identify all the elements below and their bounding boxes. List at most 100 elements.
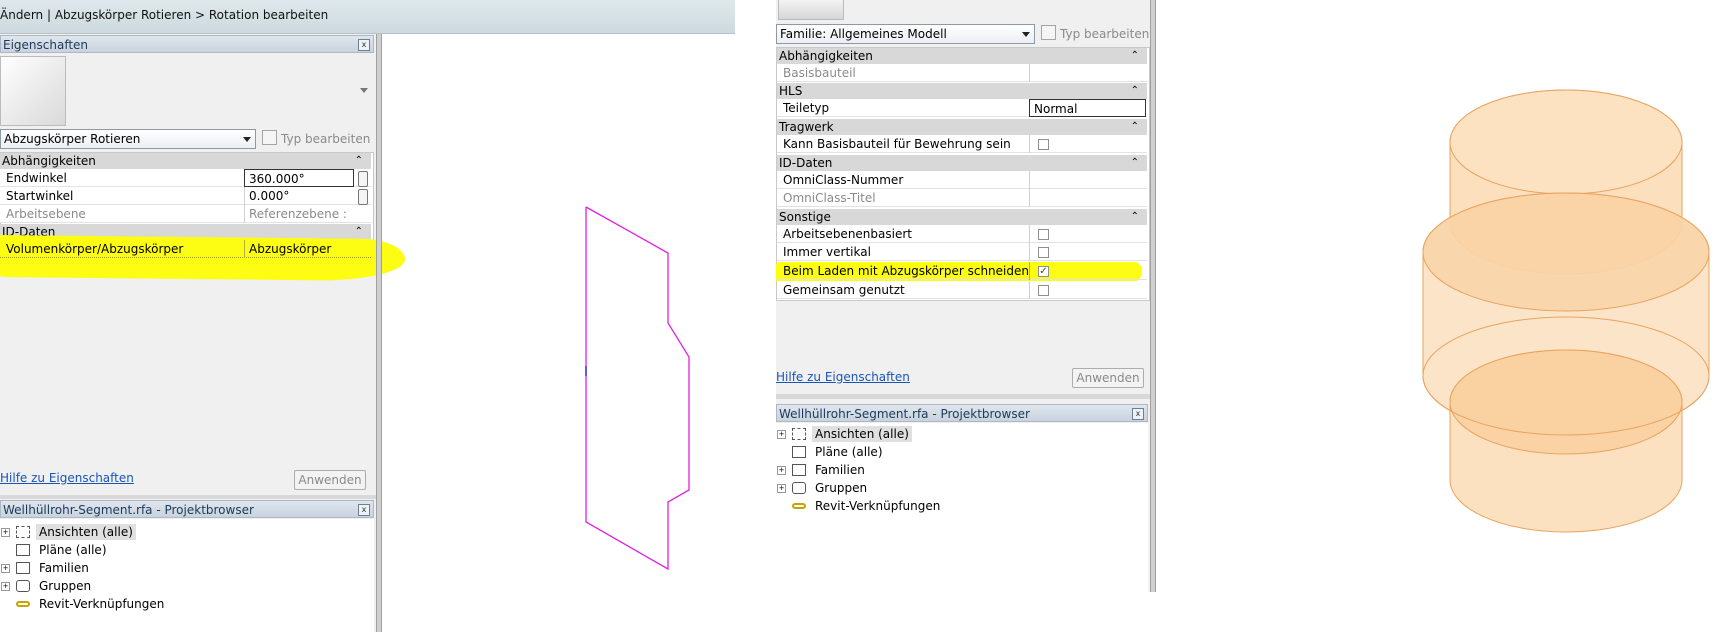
- edit-type-icon: [1041, 25, 1056, 40]
- right-type-selector-value: Familie: Allgemeines Modell: [780, 27, 947, 41]
- left-type-selector[interactable]: Abzugskörper Rotieren: [0, 129, 256, 149]
- right-tree-views[interactable]: + Ansichten (alle): [776, 426, 976, 442]
- type-preview-image: [0, 56, 66, 126]
- close-icon[interactable]: x: [1132, 408, 1144, 420]
- left-canvas-divider: [376, 34, 382, 632]
- close-icon[interactable]: x: [358, 504, 370, 516]
- param-label: Arbeitsebene: [6, 207, 86, 221]
- collapse-icon: ⌃: [1130, 121, 1139, 132]
- arbeitsebenenbasiert-checkbox[interactable]: [1038, 229, 1049, 240]
- right-tree-families[interactable]: + Familien: [776, 462, 976, 478]
- startwinkel-value[interactable]: 0.000°: [244, 187, 356, 205]
- param-row-startwinkel: Startwinkel 0.000°: [0, 187, 371, 205]
- right-apply-button[interactable]: Anwenden: [1072, 368, 1144, 388]
- group-tragwerk[interactable]: Tragwerk ⌃: [777, 119, 1147, 135]
- edit-type-icon: [262, 130, 277, 145]
- right-tree-sheets[interactable]: Pläne (alle): [776, 444, 976, 460]
- bewehrung-checkbox[interactable]: [1038, 139, 1049, 150]
- param-label: Teiletyp: [783, 101, 830, 115]
- group-id-data[interactable]: ID-Daten ⌃: [777, 155, 1147, 171]
- param-row-teiletyp: Teiletyp Normal: [777, 99, 1147, 117]
- tree-item-label: Revit-Verknüpfungen: [39, 597, 165, 611]
- left-edit-type-button[interactable]: Typ bearbeiten: [262, 129, 370, 149]
- left-title-text: Ändern | Abzugskörper Rotieren > Rotatio…: [0, 8, 329, 22]
- tree-item-label: Gruppen: [39, 579, 92, 593]
- collapse-icon: ⌃: [354, 226, 363, 237]
- param-label: Beim Laden mit Abzugskörper schneiden: [783, 264, 1029, 278]
- left-title-bar: Ändern | Abzugskörper Rotieren > Rotatio…: [0, 0, 735, 34]
- right-browser-title: Wellhüllrohr-Segment.rfa - Projektbrowse…: [779, 407, 1030, 421]
- left-browser-title: Wellhüllrohr-Segment.rfa - Projektbrowse…: [3, 503, 254, 517]
- arbeitsebene-value: Referenzebene : M...: [244, 205, 371, 239]
- group-constraints[interactable]: Abhängigkeiten ⌃: [777, 48, 1147, 64]
- right-edit-type-button[interactable]: Typ bearbeiten: [1041, 24, 1149, 44]
- basisbauteil-value: [1029, 64, 1147, 82]
- preview-dropdown-icon[interactable]: [360, 88, 368, 93]
- views-icon: [792, 428, 806, 440]
- param-label: OmniClass-Nummer: [783, 173, 904, 187]
- views-icon: [16, 526, 30, 538]
- left-edit-type-label: Typ bearbeiten: [281, 132, 371, 146]
- left-help-link[interactable]: Hilfe zu Eigenschaften: [0, 471, 134, 485]
- param-label: OmniClass-Titel: [783, 191, 876, 205]
- right-tree-groups[interactable]: + Gruppen: [776, 480, 976, 496]
- right-edit-type-label: Typ bearbeiten: [1060, 27, 1150, 41]
- right-tree-links[interactable]: Revit-Verknüpfungen: [776, 498, 976, 514]
- param-row-volumenkoerper: Volumenkörper/Abzugskörper Abzugskörper: [0, 240, 371, 258]
- param-label: Volumenkörper/Abzugskörper: [6, 242, 184, 256]
- left-tree-groups[interactable]: + Gruppen: [0, 578, 200, 594]
- expand-icon[interactable]: +: [1, 528, 10, 537]
- volumenkoerper-value[interactable]: Abzugskörper: [244, 240, 356, 258]
- param-label: Arbeitsebenenbasiert: [783, 227, 912, 241]
- chevron-down-icon: [243, 137, 251, 142]
- left-tree-views[interactable]: + Ansichten (alle): [0, 524, 200, 540]
- left-tree-links[interactable]: Revit-Verknüpfungen: [0, 596, 200, 612]
- right-panel-splitter[interactable]: [776, 394, 1154, 399]
- sketch-canvas[interactable]: [383, 34, 735, 632]
- right-type-selector[interactable]: Familie: Allgemeines Modell: [776, 24, 1035, 44]
- param-row-omniclass-nummer: OmniClass-Nummer: [777, 171, 1147, 189]
- right-help-link[interactable]: Hilfe zu Eigenschaften: [776, 370, 910, 384]
- sheets-icon: [16, 544, 30, 556]
- families-icon: [792, 464, 806, 476]
- param-row-abzugskoerper-schneiden: Beim Laden mit Abzugskörper schneiden ✓: [777, 262, 1147, 280]
- param-row-gemeinsam-genutzt: Gemeinsam genutzt: [777, 281, 1147, 299]
- 3d-view-canvas[interactable]: [1156, 0, 1729, 632]
- group-hls[interactable]: HLS ⌃: [777, 83, 1147, 99]
- revit-links-icon: [792, 503, 806, 509]
- tree-item-label: Familien: [39, 561, 89, 575]
- param-button[interactable]: [358, 171, 368, 187]
- param-label: Startwinkel: [6, 189, 74, 203]
- gemeinsam-genutzt-checkbox[interactable]: [1038, 285, 1049, 296]
- tree-item-label: Pläne (alle): [815, 445, 883, 459]
- expand-icon[interactable]: +: [777, 466, 786, 475]
- revit-links-icon: [16, 601, 30, 607]
- left-tree-families[interactable]: + Familien: [0, 560, 200, 576]
- param-row-immer-vertikal: Immer vertikal: [777, 243, 1147, 261]
- left-browser-header: Wellhüllrohr-Segment.rfa - Projektbrowse…: [0, 500, 374, 518]
- expand-icon[interactable]: +: [1, 582, 10, 591]
- left-apply-button[interactable]: Anwenden: [294, 470, 366, 490]
- immer-vertikal-checkbox[interactable]: [1038, 247, 1049, 258]
- left-panel-splitter[interactable]: [0, 495, 376, 499]
- group-sonstige[interactable]: Sonstige ⌃: [777, 209, 1147, 225]
- revolve-profile-sketch: [585, 206, 690, 571]
- expand-icon[interactable]: +: [777, 484, 786, 493]
- omniclass-titel-value: [1029, 189, 1147, 207]
- left-tree-sheets[interactable]: Pläne (alle): [0, 542, 200, 558]
- tree-item-label: Ansichten (alle): [812, 426, 912, 442]
- endwinkel-input[interactable]: 360.000°: [244, 169, 354, 187]
- param-row-basisbauteil: Basisbauteil: [777, 64, 1147, 82]
- group-constraints[interactable]: Abhängigkeiten ⌃: [0, 153, 371, 169]
- collapse-icon: ⌃: [1130, 157, 1139, 168]
- collapse-icon: ⌃: [354, 155, 363, 166]
- close-icon[interactable]: x: [358, 39, 370, 51]
- collapse-icon: ⌃: [1130, 211, 1139, 222]
- expand-icon[interactable]: +: [1, 564, 10, 573]
- omniclass-nummer-value[interactable]: [1029, 171, 1147, 189]
- expand-icon[interactable]: +: [777, 430, 786, 439]
- param-button[interactable]: [358, 189, 368, 205]
- left-properties-title: Eigenschaften: [3, 38, 89, 52]
- teiletyp-dropdown[interactable]: Normal: [1029, 99, 1146, 117]
- abzugskoerper-schneiden-checkbox[interactable]: ✓: [1038, 266, 1049, 277]
